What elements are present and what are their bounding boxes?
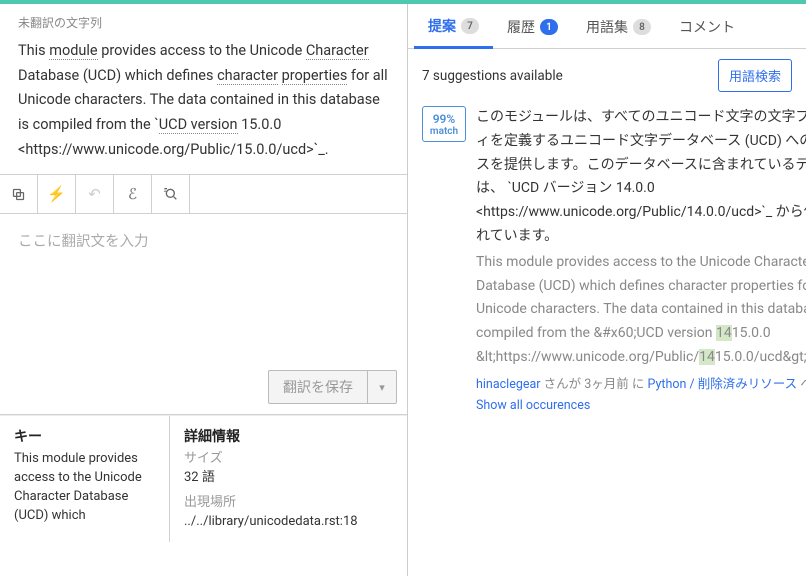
save-button[interactable]: 翻訳を保存 [268, 370, 367, 404]
user-link[interactable]: hinaclegear [476, 377, 541, 392]
format-icon[interactable]: ℰ [114, 175, 152, 213]
glossary-search-button[interactable]: 用語検索 [718, 59, 792, 92]
match-badge: 99% match [422, 106, 466, 142]
source-header: 未翻訳の文字列 [0, 4, 407, 39]
size-value: 32 語 [184, 469, 358, 488]
suggestions-count: 7 suggestions available [422, 68, 563, 84]
auto-translate-icon[interactable]: ⚡ [38, 175, 76, 213]
search-options-icon[interactable] [152, 175, 190, 213]
glossary-count-badge: 8 [633, 19, 651, 35]
save-dropdown[interactable]: ▾ [367, 370, 397, 404]
key-body: This module provides access to the Unico… [14, 450, 155, 525]
suggest-count-badge: 7 [461, 18, 479, 34]
suggestion-item[interactable]: 99% match このモジュールは、すべてのユニコード文字の文字プロパティを定… [408, 102, 806, 576]
key-title: キー [14, 426, 155, 446]
tab-suggestions[interactable]: 提案7 [414, 4, 493, 49]
tabs: 提案7 履歴1 用語集8 コメント [408, 4, 806, 49]
undo-icon[interactable]: ↶ [76, 175, 114, 213]
tab-comments[interactable]: コメント [665, 4, 749, 48]
history-count-badge: 1 [540, 19, 558, 35]
tab-glossary[interactable]: 用語集8 [572, 4, 665, 48]
suggestion-meta: hinaclegear さんが 3ヶ月前 に Python / 削除済みリソース… [476, 376, 806, 416]
loc-label: 出現場所 [184, 494, 358, 513]
loc-value: ../../library/unicodedata.rst:18 [184, 513, 358, 532]
resource-link[interactable]: Python / 削除済みリソース [647, 377, 797, 392]
copy-icon[interactable] [0, 175, 38, 213]
tab-history[interactable]: 履歴1 [493, 4, 572, 48]
size-label: サイズ [184, 450, 358, 469]
translation-input[interactable]: ここに翻訳文を入力 [0, 214, 407, 364]
suggestion-source: This module provides access to the Unico… [476, 251, 806, 370]
editor-toolbar: ⚡ ↶ ℰ [0, 174, 407, 214]
details-title: 詳細情報 [184, 426, 358, 446]
show-occurrences-link[interactable]: Show all occurences [476, 397, 590, 416]
source-text: This module provides access to the Unico… [0, 39, 407, 174]
suggestion-translation: このモジュールは、すべてのユニコード文字の文字プロパティを定義するユニコード文字… [476, 106, 806, 249]
